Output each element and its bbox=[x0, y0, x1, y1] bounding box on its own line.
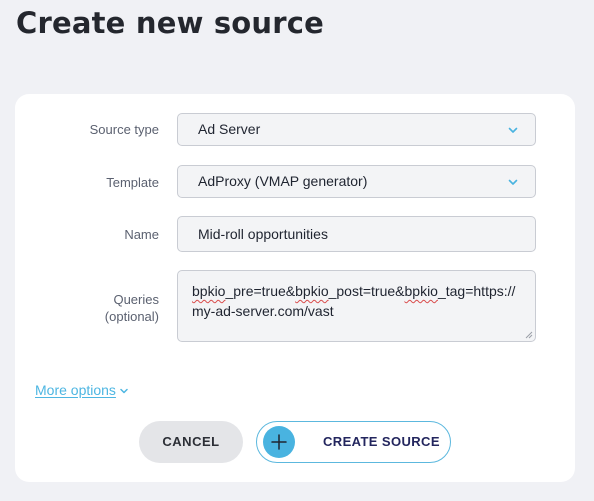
queries-row: Queries (optional) bpkio_pre=true&bpkio_… bbox=[15, 270, 575, 342]
name-value: Mid-roll opportunities bbox=[198, 226, 328, 242]
chevron-down-icon bbox=[508, 127, 518, 133]
chevron-down-icon bbox=[120, 389, 128, 394]
plus-icon bbox=[271, 434, 287, 450]
name-label: Name bbox=[124, 227, 159, 242]
create-source-label: CREATE SOURCE bbox=[323, 434, 440, 449]
queries-label: Queries (optional) bbox=[105, 291, 159, 325]
name-input[interactable]: Mid-roll opportunities bbox=[177, 216, 536, 252]
resize-grip-icon[interactable] bbox=[525, 331, 533, 339]
source-type-value: Ad Server bbox=[198, 121, 261, 137]
template-label: Template bbox=[106, 175, 159, 190]
source-type-select[interactable]: Ad Server bbox=[177, 113, 536, 146]
queries-text: _post=true& bbox=[328, 283, 405, 299]
cancel-button[interactable]: CANCEL bbox=[139, 421, 243, 463]
create-source-button[interactable]: CREATE SOURCE bbox=[256, 421, 451, 463]
source-type-label: Source type bbox=[89, 122, 159, 137]
spell-error: bpkio bbox=[295, 283, 329, 299]
queries-text: _pre=true& bbox=[225, 283, 296, 299]
queries-optional-text: (optional) bbox=[104, 309, 159, 324]
source-type-row: Source type Ad Server bbox=[15, 113, 575, 146]
form-card: Source type Ad Server Template AdProxy (… bbox=[15, 94, 575, 482]
name-row: Name Mid-roll opportunities bbox=[15, 216, 575, 252]
queries-textarea[interactable]: bpkio_pre=true&bpkio_post=true&bpkio_tag… bbox=[177, 270, 536, 342]
template-select[interactable]: AdProxy (VMAP generator) bbox=[177, 165, 536, 198]
more-options-label: More options bbox=[35, 382, 116, 398]
template-value: AdProxy (VMAP generator) bbox=[198, 173, 368, 189]
spell-error: bpkio bbox=[192, 283, 226, 299]
plus-circle bbox=[263, 426, 295, 458]
queries-label-text: Queries bbox=[113, 292, 159, 307]
spell-error: bpkio bbox=[404, 283, 438, 299]
chevron-down-icon bbox=[508, 179, 518, 185]
page-title: Create new source bbox=[16, 6, 325, 40]
template-row: Template AdProxy (VMAP generator) bbox=[15, 165, 575, 198]
more-options-link[interactable]: More options bbox=[35, 382, 129, 398]
